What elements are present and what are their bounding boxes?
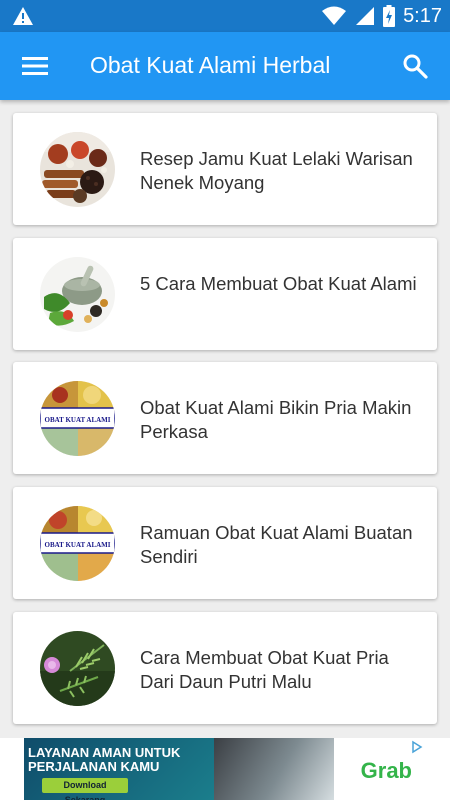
article-title: Obat Kuat Alami Bikin Pria Makin Perkasa: [140, 397, 412, 442]
article-title: 5 Cara Membuat Obat Kuat Alami: [140, 273, 417, 294]
ad-creative[interactable]: LAYANAN AMAN UNTUK PERJALANAN KAMU Downl…: [24, 738, 426, 800]
clock: 5:17: [403, 4, 442, 27]
article-card[interactable]: OBAT KUAT ALAMI Ramuan Obat Kuat Alami B…: [13, 487, 437, 599]
adchoices-icon[interactable]: [410, 740, 424, 754]
mortar-herbs-thumbnail: [40, 257, 115, 332]
search-icon[interactable]: [402, 53, 428, 79]
ad-headline: LAYANAN AMAN UNTUK PERJALANAN KAMU: [28, 745, 181, 774]
article-title: Ramuan Obat Kuat Alami Buatan Sendiri: [140, 522, 413, 567]
ad-left-panel: LAYANAN AMAN UNTUK PERJALANAN KAMU Downl…: [24, 738, 214, 800]
spices-thumbnail: [40, 132, 115, 207]
obat-kuat-alami-thumbnail: OBAT KUAT ALAMI: [40, 381, 115, 456]
article-title: Resep Jamu Kuat Lelaki Warisan Nenek Moy…: [140, 148, 413, 193]
warning-icon: [13, 7, 33, 25]
wifi-icon: [322, 6, 347, 25]
status-bar: 5:17: [0, 0, 450, 32]
article-card[interactable]: 5 Cara Membuat Obat Kuat Alami: [13, 238, 437, 350]
obat-kuat-alami-thumbnail: OBAT KUAT ALAMI: [40, 506, 115, 581]
article-card[interactable]: Resep Jamu Kuat Lelaki Warisan Nenek Moy…: [13, 113, 437, 225]
thumbnail-caption: OBAT KUAT ALAMI: [45, 416, 111, 424]
thumbnail-caption: OBAT KUAT ALAMI: [45, 541, 111, 549]
ad-photo: [214, 738, 334, 800]
article-card[interactable]: Cara Membuat Obat Kuat Pria Dari Daun Pu…: [13, 612, 437, 724]
ad-banner[interactable]: LAYANAN AMAN UNTUK PERJALANAN KAMU Downl…: [0, 738, 450, 800]
mimosa-plant-thumbnail: [40, 631, 115, 706]
battery-icon: [383, 5, 396, 27]
app-bar: Obat Kuat Alami Herbal: [0, 32, 450, 100]
article-title: Cara Membuat Obat Kuat Pria Dari Daun Pu…: [140, 647, 389, 692]
article-card[interactable]: OBAT KUAT ALAMI Obat Kuat Alami Bikin Pr…: [13, 362, 437, 474]
ad-brand-logo: Grab: [360, 758, 412, 783]
app-title: Obat Kuat Alami Herbal: [90, 52, 331, 78]
ad-download-button[interactable]: Download Sekarang: [42, 778, 128, 800]
menu-icon[interactable]: [22, 54, 48, 78]
cell-signal-icon: [356, 7, 375, 25]
